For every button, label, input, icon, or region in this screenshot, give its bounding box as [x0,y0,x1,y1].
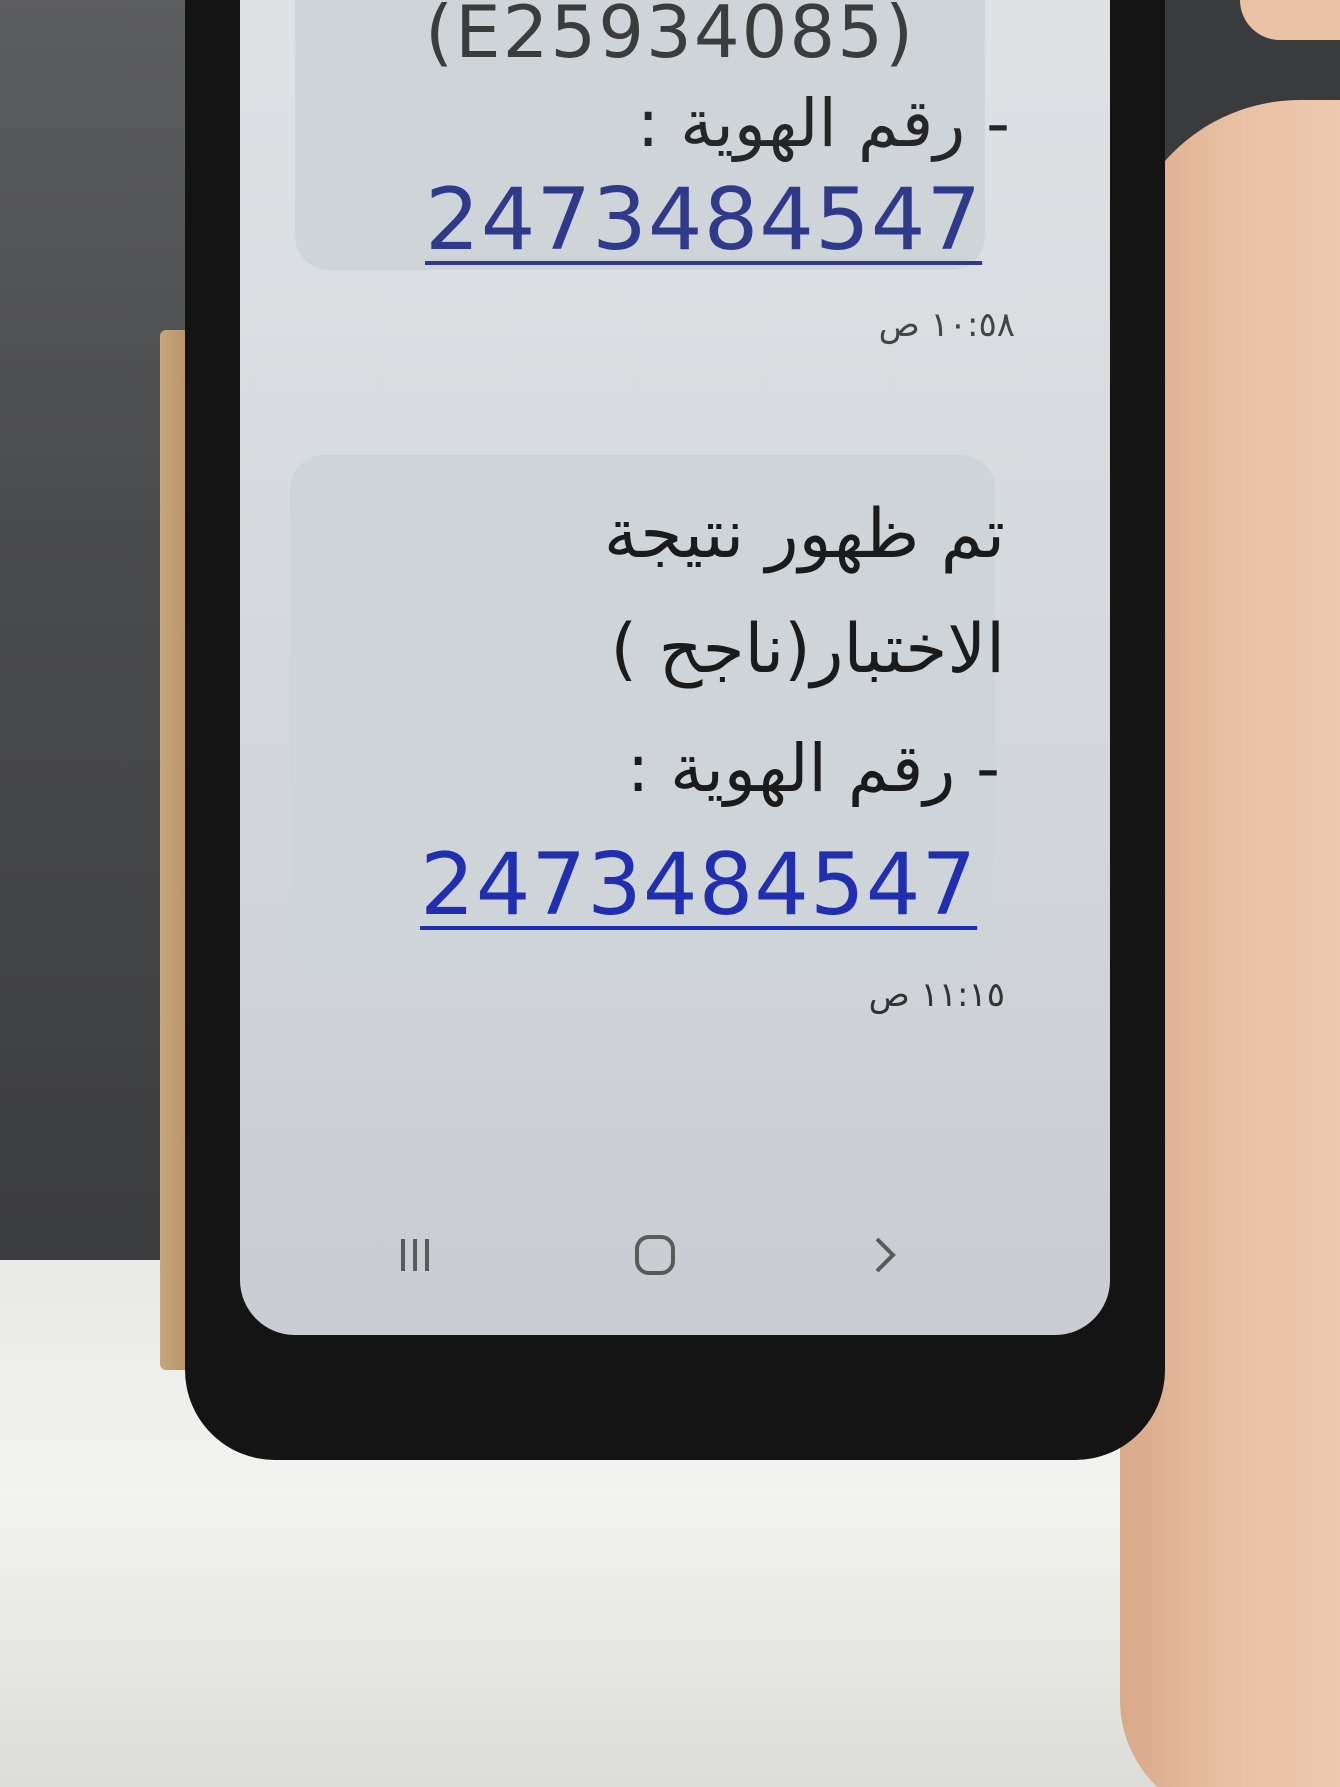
navigation-bar [240,1200,1110,1310]
message-1-id-label: - رقم الهوية : [636,85,1010,162]
message-2-line-1: تم ظهور نتيجة [603,495,1005,574]
home-button[interactable] [620,1220,690,1290]
message-1-timestamp: ١٠:٥٨ ص [878,305,1015,345]
phone-device: (E25934085) - رقم الهوية : 2473484547 ١٠… [185,0,1165,1460]
message-2-id-number-link[interactable]: 2473484547 [420,835,977,935]
message-2-id-label: - رقم الهوية : [626,730,1000,807]
phone-screen: (E25934085) - رقم الهوية : 2473484547 ١٠… [240,0,1110,1335]
message-2-line-2: الاختبار(ناجح ) [610,610,1005,689]
home-icon [635,1235,675,1275]
message-1-id-number-link[interactable]: 2473484547 [425,170,982,270]
back-icon [875,1237,896,1273]
recent-apps-icon [401,1239,429,1271]
hand-finger [1240,0,1340,40]
message-1-code: (E25934085) [425,0,916,74]
recent-apps-button[interactable] [380,1220,450,1290]
back-button[interactable] [850,1220,920,1290]
message-2-timestamp: ١١:١٥ ص [868,975,1005,1015]
